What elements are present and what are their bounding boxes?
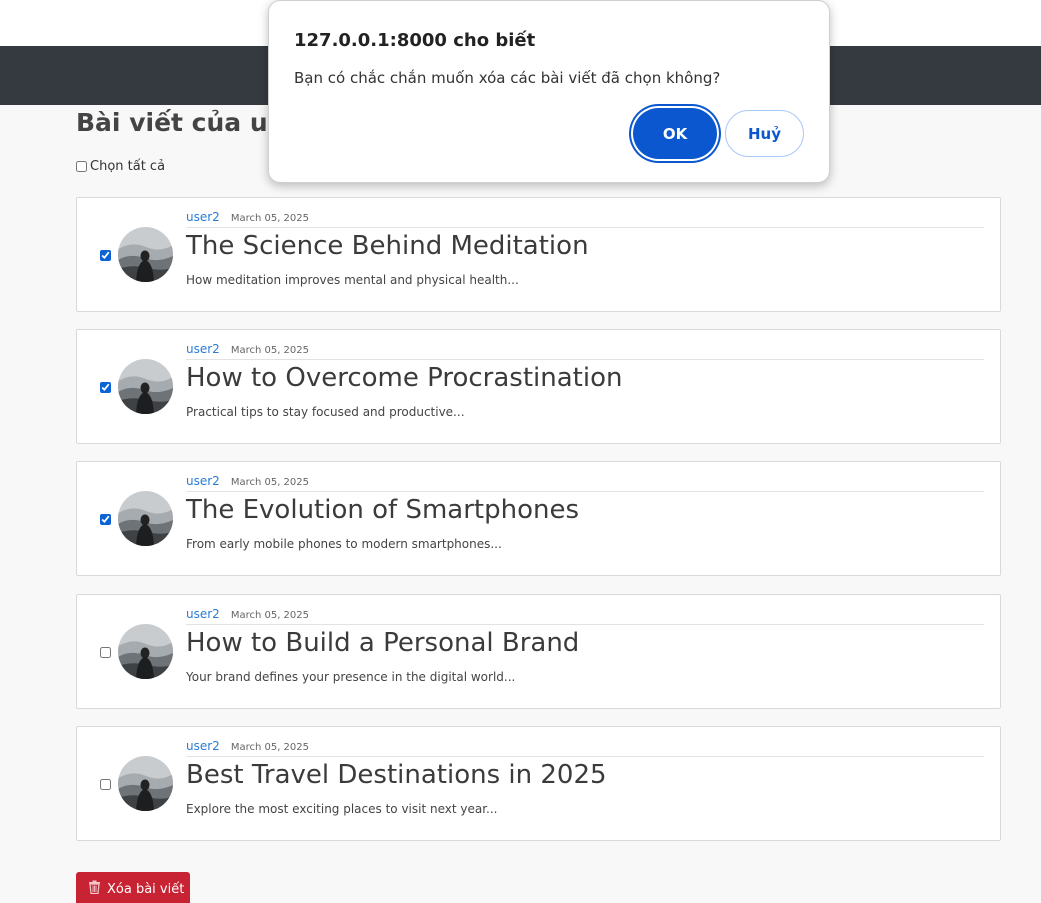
avatar [118, 491, 173, 546]
avatar [118, 624, 173, 679]
post-title[interactable]: How to Build a Personal Brand [186, 628, 579, 658]
post-excerpt: Practical tips to stay focused and produ… [186, 405, 465, 419]
post-excerpt: From early mobile phones to modern smart… [186, 537, 502, 551]
post-excerpt: Your brand defines your presence in the … [186, 670, 516, 684]
post-card: user2 March 05, 2025 How to Build a Pers… [76, 594, 1001, 709]
author-link[interactable]: user2 [186, 474, 220, 488]
confirm-dialog: 127.0.0.1:8000 cho biết Bạn có chắc chắn… [268, 0, 830, 183]
post-checkbox[interactable] [100, 250, 111, 261]
post-meta: user2 March 05, 2025 [186, 342, 984, 360]
select-all-input[interactable] [76, 161, 87, 172]
post-date: March 05, 2025 [230, 345, 310, 356]
trash-icon [88, 880, 101, 898]
post-card: user2 March 05, 2025 How to Overcome Pro… [76, 329, 1001, 444]
avatar [118, 359, 173, 414]
post-meta: user2 March 05, 2025 [186, 474, 984, 492]
select-all-checkbox[interactable]: Chọn tất cả [76, 159, 165, 174]
post-date: March 05, 2025 [230, 742, 310, 753]
post-checkbox[interactable] [100, 514, 111, 525]
post-checkbox[interactable] [100, 647, 111, 658]
delete-posts-button[interactable]: Xóa bài viết [76, 872, 190, 903]
post-meta: user2 March 05, 2025 [186, 607, 984, 625]
author-link[interactable]: user2 [186, 342, 220, 356]
post-date: March 05, 2025 [230, 610, 310, 621]
post-meta: user2 March 05, 2025 [186, 210, 984, 228]
post-card: user2 March 05, 2025 The Science Behind … [76, 197, 1001, 312]
post-title[interactable]: How to Overcome Procrastination [186, 363, 622, 393]
post-title[interactable]: Best Travel Destinations in 2025 [186, 760, 607, 790]
ok-button[interactable]: OK [633, 108, 717, 159]
post-date: March 05, 2025 [230, 477, 310, 488]
post-checkbox[interactable] [100, 382, 111, 393]
post-title[interactable]: The Science Behind Meditation [186, 231, 589, 261]
author-link[interactable]: user2 [186, 210, 220, 224]
cancel-button[interactable]: Huỷ [725, 110, 804, 157]
avatar [118, 756, 173, 811]
post-card: user2 March 05, 2025 Best Travel Destina… [76, 726, 1001, 841]
delete-button-label: Xóa bài viết [107, 881, 185, 897]
post-date: March 05, 2025 [230, 213, 310, 224]
post-card: user2 March 05, 2025 The Evolution of Sm… [76, 461, 1001, 576]
post-meta: user2 March 05, 2025 [186, 739, 984, 757]
dialog-title: 127.0.0.1:8000 cho biết [294, 30, 536, 51]
post-excerpt: Explore the most exciting places to visi… [186, 802, 498, 816]
select-all-label: Chọn tất cả [90, 159, 166, 174]
post-checkbox[interactable] [100, 779, 111, 790]
post-excerpt: How meditation improves mental and physi… [186, 273, 519, 287]
dialog-message: Bạn có chắc chắn muốn xóa các bài viết đ… [294, 69, 721, 87]
author-link[interactable]: user2 [186, 607, 220, 621]
post-title[interactable]: The Evolution of Smartphones [186, 495, 579, 525]
avatar [118, 227, 173, 282]
author-link[interactable]: user2 [186, 739, 220, 753]
